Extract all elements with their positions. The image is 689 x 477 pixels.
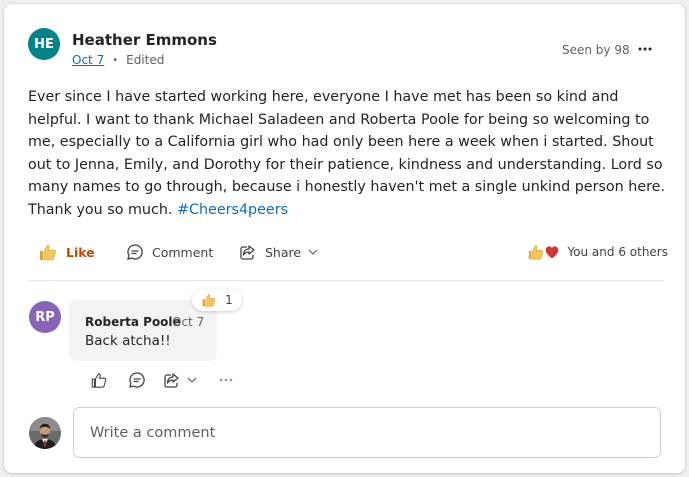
comment-reply-button[interactable] — [128, 369, 146, 391]
chevron-down-icon[interactable] — [307, 246, 319, 258]
write-comment-input[interactable]: Write a comment — [73, 407, 661, 458]
like-button[interactable]: Like — [38, 240, 95, 264]
comment-icon — [129, 372, 145, 388]
comment-text: Back atcha!! — [85, 333, 171, 349]
post-meta: Oct 7 • Edited — [72, 53, 164, 67]
author-initials: HE — [34, 36, 54, 52]
reactions-summary[interactable]: You and 6 others — [527, 240, 668, 264]
thumbs-up-icon — [202, 294, 216, 307]
post-body: Ever since I have started working here, … — [28, 86, 668, 221]
user-photo — [29, 417, 61, 449]
commenter-initials: RP — [35, 309, 55, 325]
share-button[interactable]: Share — [239, 240, 319, 264]
comment-like-button[interactable] — [90, 369, 108, 391]
edited-label: Edited — [126, 53, 165, 67]
write-comment-placeholder: Write a comment — [90, 424, 216, 441]
comment-date[interactable]: Oct 7 — [172, 315, 204, 329]
current-user-avatar[interactable] — [29, 417, 61, 449]
share-label: Share — [265, 244, 302, 260]
share-icon — [164, 373, 179, 388]
share-icon — [240, 245, 255, 260]
post-card: HE Heather Emmons Oct 7 • Edited Seen by… — [4, 4, 685, 473]
comment-label: Comment — [152, 244, 214, 260]
post-date-link[interactable]: Oct 7 — [72, 53, 104, 67]
comment-icon — [127, 244, 143, 260]
reaction-icons — [527, 243, 561, 261]
commenter-avatar[interactable]: RP — [29, 301, 61, 333]
comment-bubble: Roberta Poole Oct 7 Back atcha!! — [69, 300, 217, 361]
comment-reaction-count[interactable]: 1 — [192, 289, 242, 311]
more-horizontal-icon — [219, 378, 233, 382]
like-label: Like — [66, 244, 95, 260]
meta-separator: • — [112, 54, 119, 66]
commenter-name[interactable]: Roberta Poole — [85, 315, 181, 329]
reactions-summary-text: You and 6 others — [567, 245, 668, 259]
comment-share-button[interactable] — [163, 369, 198, 391]
post-action-bar: Like Comment Share You and 6 others — [28, 240, 668, 264]
more-horizontal-icon — [638, 47, 652, 51]
post-body-text: Ever since I have started working here, … — [28, 89, 666, 218]
more-options-button[interactable] — [634, 40, 656, 58]
comment-button[interactable]: Comment — [126, 240, 213, 264]
seen-by-count[interactable]: Seen by 98 — [562, 43, 630, 57]
comment-reaction-number: 1 — [225, 293, 233, 307]
hashtag-link[interactable]: #Cheers4peers — [177, 202, 288, 218]
chevron-down-icon — [187, 377, 197, 383]
author-avatar[interactable]: HE — [28, 28, 60, 60]
thumbs-up-outline-icon — [91, 373, 107, 388]
section-divider — [28, 280, 664, 281]
thumbs-up-icon — [40, 244, 56, 261]
comment-more-button[interactable] — [219, 369, 233, 391]
author-name[interactable]: Heather Emmons — [72, 31, 217, 49]
heart-icon — [546, 246, 559, 259]
